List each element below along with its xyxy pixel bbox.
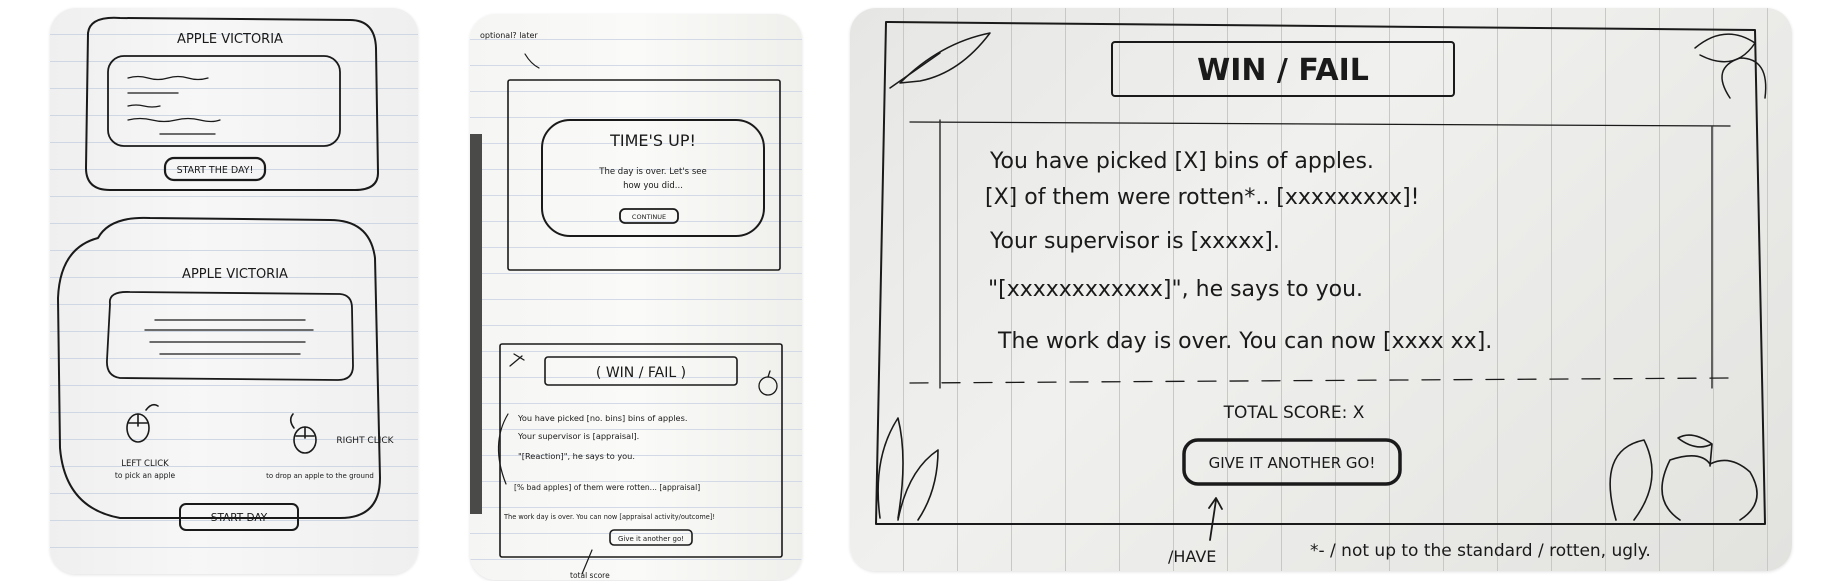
note-arrow xyxy=(524,53,540,69)
bottom-placeholder-lines xyxy=(144,319,314,355)
notebook-page-end-screens: optional? later TIME'S UP! The day is ov… xyxy=(470,14,802,580)
page1-sketch: APPLE VICTORIA START THE DAY! APPLE VICT… xyxy=(57,16,395,531)
give-it-another-go-label: Give it another go! xyxy=(618,535,684,543)
result-line-reaction: "[xxxxxxxxxxxx]", he says to you. xyxy=(988,277,1363,302)
times-up-line2: how you did... xyxy=(623,181,683,191)
win-fail-outer-frame xyxy=(875,21,1766,525)
total-score-note: total score xyxy=(570,571,610,580)
rotten-footnote: *- / not up to the standard / rotten, ug… xyxy=(1310,541,1651,561)
arrow-note: /HAVE xyxy=(1168,547,1216,566)
bottom-right-apple-icon xyxy=(1609,434,1758,521)
win-fail-line2: Your supervisor is [appraisal]. xyxy=(517,431,639,441)
win-fail-line5: The work day is over. You can now [appra… xyxy=(503,513,715,521)
give-it-another-go-label: GIVE IT ANOTHER GO! xyxy=(1209,454,1376,472)
times-up-title: TIME'S UP! xyxy=(609,131,696,150)
right-click-desc: to drop an apple to the ground xyxy=(266,472,374,480)
times-up-line1: The day is over. Let's see xyxy=(598,167,706,177)
notebook-page-win-fail-detail: WIN / FAIL You have picked [X] bins of a… xyxy=(850,8,1792,571)
top-screen-title: APPLE VICTORIA xyxy=(177,32,283,47)
optional-later-note: optional? later xyxy=(480,31,538,40)
page2-sketch: optional? later TIME'S UP! The day is ov… xyxy=(470,31,783,580)
right-click-mouse-icon xyxy=(289,413,317,454)
bottom-left-grass-icon xyxy=(877,417,939,521)
win-fail-line1: You have picked [no. bins] bins of apple… xyxy=(517,413,687,423)
win-fail-line3: "[Reaction]", he says to you. xyxy=(518,451,635,461)
page3-sketch: WIN / FAIL You have picked [X] bins of a… xyxy=(875,21,1767,566)
bottom-screen-title: APPLE VICTORIA xyxy=(182,267,288,282)
win-fail-title: ( WIN / FAIL ) xyxy=(596,365,686,381)
total-score: TOTAL SCORE: X xyxy=(1223,403,1365,423)
dashed-divider xyxy=(909,377,1731,384)
right-click-label: RIGHT CLICK xyxy=(336,436,394,446)
win-fail-line4: [% bad apples] of them were rotten... [a… xyxy=(514,483,700,492)
win-fail-title: WIN / FAIL xyxy=(1197,53,1369,88)
continue-label: CONTINUE xyxy=(632,213,666,221)
page-edge-shadow xyxy=(470,134,482,514)
start-day-label: START DAY xyxy=(211,512,268,524)
left-click-desc: to pick an apple xyxy=(115,471,176,480)
leaf-icon xyxy=(509,353,525,367)
left-click-mouse-icon xyxy=(126,403,159,443)
result-line-rotten: [X] of them were rotten*.. [xxxxxxxxx]! xyxy=(985,185,1419,210)
notebook-page-start-screens: APPLE VICTORIA START THE DAY! APPLE VICT… xyxy=(50,8,418,574)
top-placeholder-lines xyxy=(127,75,221,135)
top-text-panel xyxy=(107,55,341,147)
button-arrow xyxy=(1208,497,1223,541)
result-line-bins: You have picked [X] bins of apples. xyxy=(989,149,1374,174)
result-line-supervisor: Your supervisor is [xxxxx]. xyxy=(989,229,1280,254)
start-the-day-label: START THE DAY! xyxy=(177,165,254,176)
bottom-text-panel xyxy=(106,291,354,381)
left-click-label: LEFT CLICK xyxy=(121,459,169,469)
top-left-leaf-icon xyxy=(889,32,991,89)
apple-icon xyxy=(758,370,778,396)
result-line-outcome: The work day is over. You can now [xxxx … xyxy=(997,329,1492,354)
